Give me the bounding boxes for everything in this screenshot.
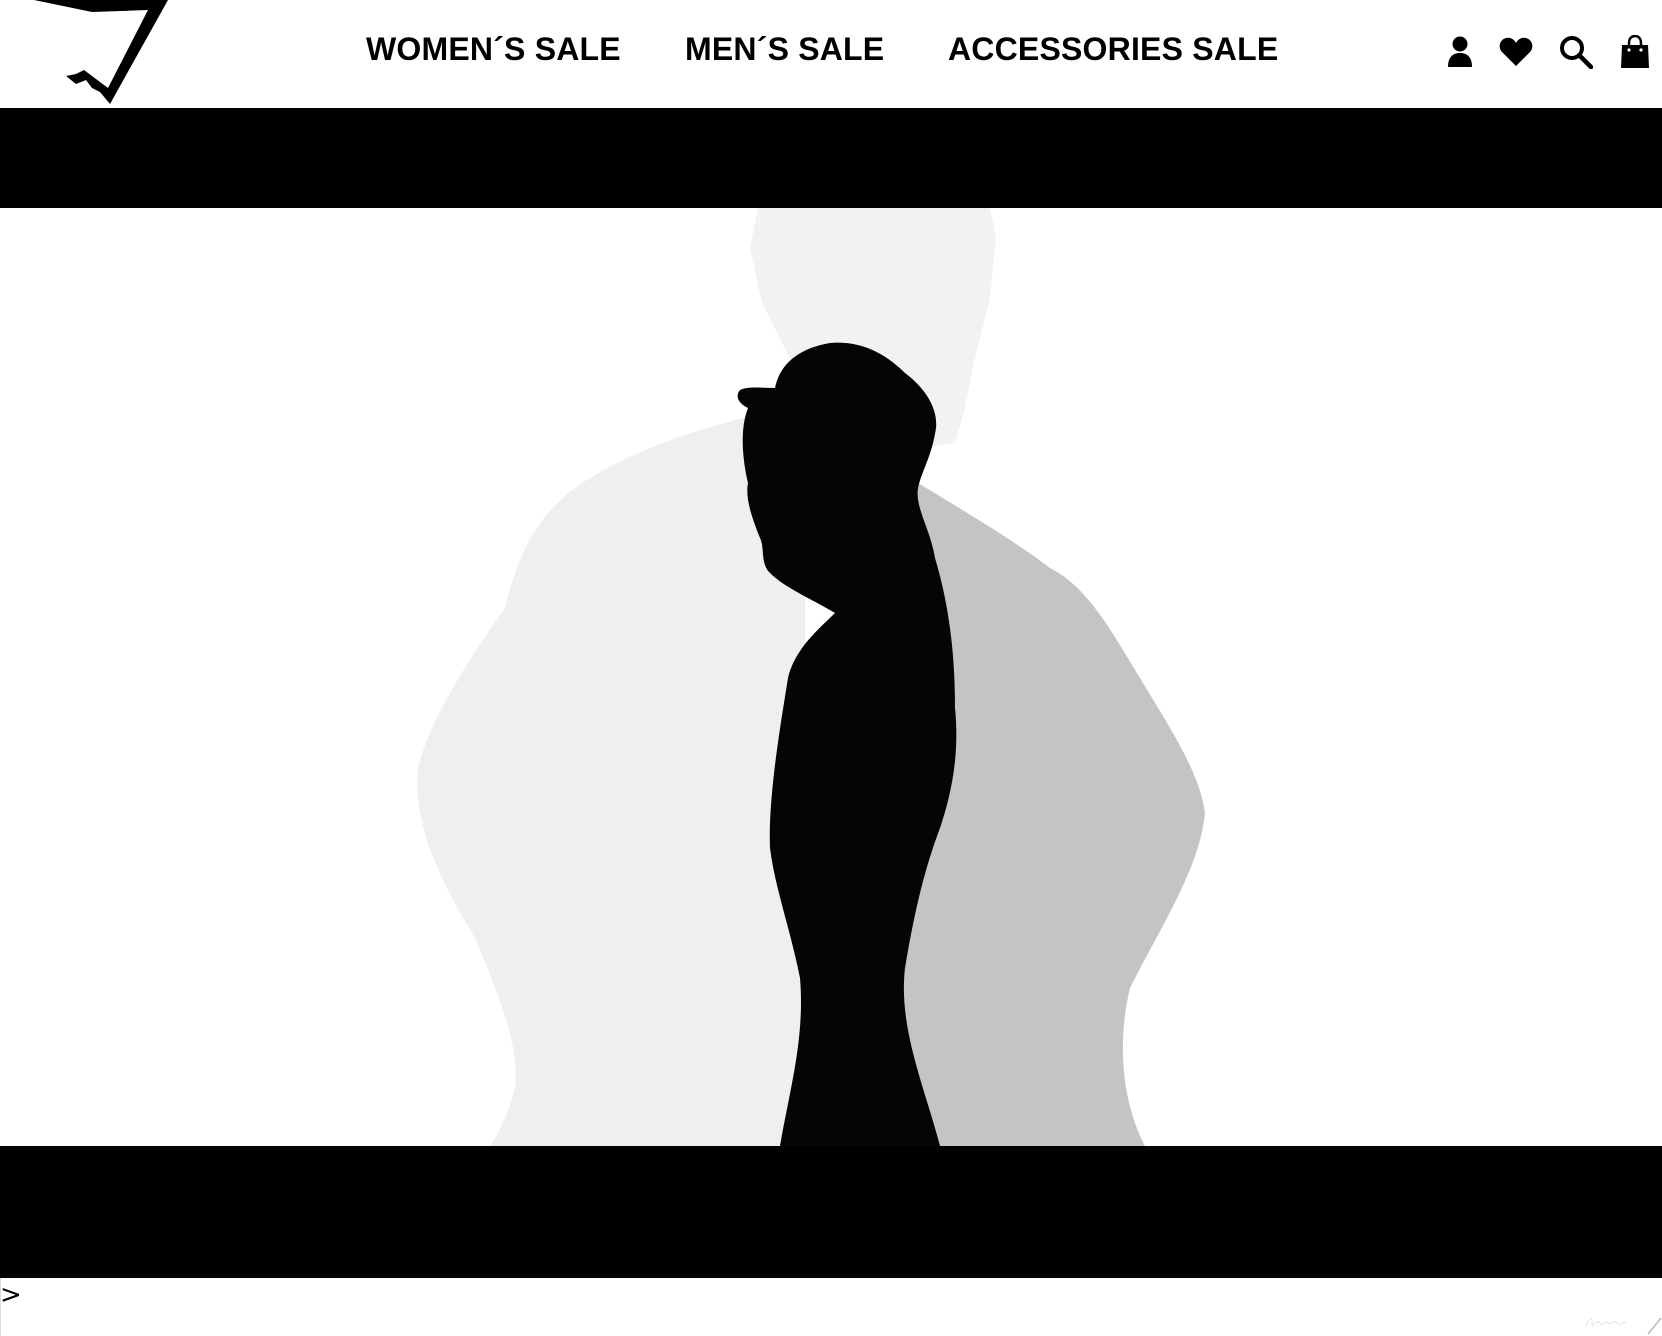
nav-mens-sale[interactable]: MEN´S SALE — [685, 30, 884, 68]
search-button[interactable] — [1556, 32, 1596, 72]
corner-mark-icon — [1647, 1317, 1662, 1335]
silhouette-video-still — [0, 208, 1662, 1146]
account-icon — [1448, 36, 1472, 67]
wishlist-button[interactable] — [1496, 32, 1536, 72]
search-icon — [1560, 36, 1593, 69]
nav-womens-sale[interactable]: WOMEN´S SALE — [366, 30, 621, 68]
main-nav: WOMEN´S SALE MEN´S SALE ACCESSORIES SALE — [0, 0, 1662, 108]
site-header: WOMEN´S SALE MEN´S SALE ACCESSORIES SALE — [0, 0, 1662, 108]
nav-accessories-sale[interactable]: ACCESSORIES SALE — [948, 30, 1278, 68]
signature-mark-icon — [1585, 1318, 1627, 1327]
account-button[interactable] — [1440, 32, 1480, 72]
carousel-next-arrow[interactable]: > — [0, 1282, 22, 1308]
bag-button[interactable] — [1615, 32, 1655, 72]
shopping-bag-icon — [1621, 35, 1649, 68]
wishlist-heart-icon — [1499, 37, 1533, 66]
hero-video[interactable] — [0, 108, 1662, 1327]
